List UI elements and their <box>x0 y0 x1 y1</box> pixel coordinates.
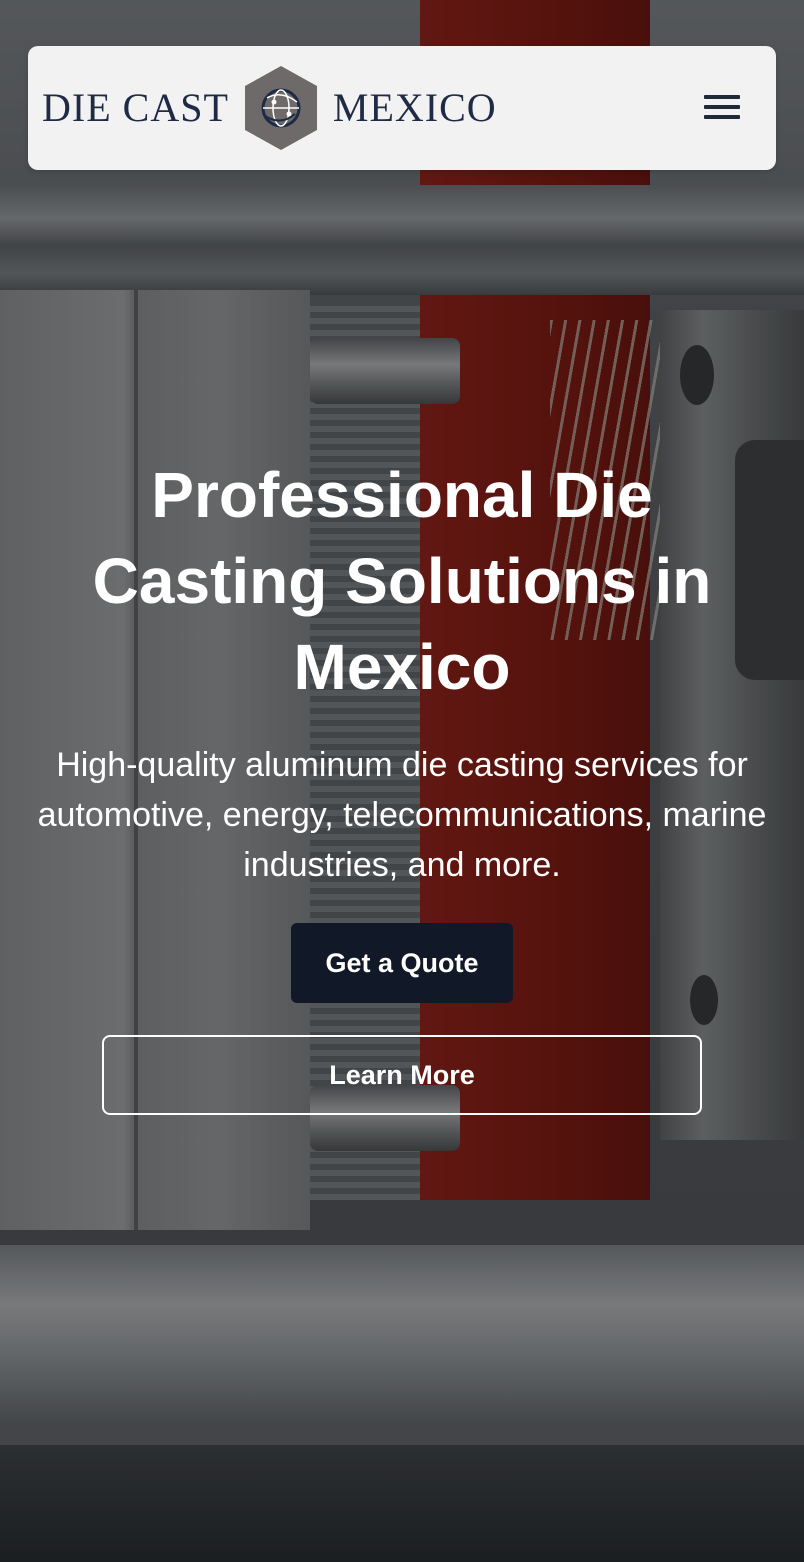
globe-hexagon-logo-icon <box>244 66 317 150</box>
learn-more-button[interactable]: Learn More <box>102 1035 702 1115</box>
get-a-quote-button[interactable]: Get a Quote <box>291 923 513 1003</box>
hamburger-menu-icon[interactable] <box>704 92 742 122</box>
site-header: DIE CAST MEXICO <box>28 46 776 170</box>
logo-text-right: MEXICO <box>332 85 497 130</box>
hero-title: Professional Die Casting Solutions in Me… <box>92 459 712 703</box>
hero-subtitle: High-quality aluminum die casting servic… <box>37 746 767 884</box>
logo-text-left: DIE CAST <box>42 85 229 130</box>
site-logo[interactable]: DIE CAST MEXICO <box>42 60 497 156</box>
